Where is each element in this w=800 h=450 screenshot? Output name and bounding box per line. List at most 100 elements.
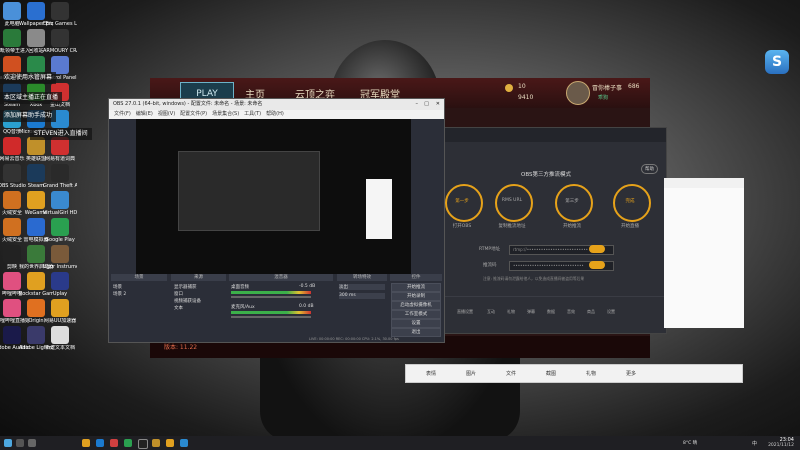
obs-menu-item[interactable]: 配置文件(P): [180, 111, 207, 117]
desktop-icon-label: Ugur Instruments: [43, 264, 77, 270]
bottom-tab-2[interactable]: 互动: [487, 309, 495, 315]
help-button[interactable]: 帮助: [641, 164, 658, 174]
lol-taskbar-icon[interactable]: [152, 439, 160, 447]
panel-controls-header: 控件: [390, 274, 442, 281]
wechat-icon[interactable]: [124, 439, 132, 447]
chat-file-button[interactable]: 文件: [506, 370, 516, 377]
scene-item-2[interactable]: 场景 2: [113, 291, 126, 297]
exit-button[interactable]: 退出: [391, 328, 441, 337]
source-item-2[interactable]: 窗口: [174, 291, 183, 297]
stream-tool-window[interactable]: OBS第三方推流模式 帮助 第一步 RMS URL 第三步 完成 打开OBS 复…: [442, 127, 667, 334]
desktop-icon-label: Grand Theft Auto V: [43, 183, 77, 189]
transition-select[interactable]: 淡出: [339, 284, 385, 290]
obs-preview[interactable]: [136, 119, 411, 274]
start-streaming-button[interactable]: 开始推流: [391, 283, 441, 292]
panel-transitions-header: 转场特效: [337, 274, 387, 281]
duration-field[interactable]: 300 ms: [339, 293, 385, 299]
chat-more-button[interactable]: 更多: [626, 370, 636, 377]
obs-menu-item[interactable]: 帮助(H): [266, 111, 284, 117]
weather[interactable]: 8°C 晴: [683, 440, 697, 446]
desktop-icon[interactable]: Epic Games Launcher: [43, 2, 77, 27]
chat-image-button[interactable]: 图片: [466, 370, 476, 377]
stream-tool-taskbar-icon[interactable]: [166, 439, 174, 447]
desktop-icon[interactable]: 网易UU加速器: [43, 299, 77, 324]
mixer-slider-2[interactable]: [231, 316, 311, 318]
obs-title: OBS 27.0.1 (64-bit, windows) - 配置文件: 未命名…: [113, 101, 263, 107]
chat-window-body[interactable]: [664, 188, 744, 328]
maximize-icon[interactable]: □: [424, 99, 429, 110]
minimize-icon[interactable]: –: [416, 99, 419, 110]
desktop-icon[interactable]: Google Play: [43, 218, 77, 243]
task-view-icon[interactable]: [28, 439, 36, 447]
obs-titlebar: OBS 27.0.1 (64-bit, windows) - 配置文件: 未命名…: [109, 99, 444, 110]
start-menu-icon[interactable]: [4, 439, 12, 447]
source-item-4[interactable]: 文本: [174, 305, 183, 311]
obs-dock-panels: 场景 来源 混音器 转场特效 控件 场景 场景 2 显示器捕获 窗口 视频捕获设…: [109, 274, 444, 342]
source-item-3[interactable]: 视频捕获设备: [174, 298, 201, 304]
chat-gift-button[interactable]: 礼物: [586, 370, 596, 377]
step-2-desc: 复制推流地址: [498, 224, 526, 229]
desktop-icon[interactable]: ARMOURY CRATE: [43, 29, 77, 54]
edge-icon[interactable]: [96, 439, 104, 447]
notification-4: STEVEN进入直播间: [30, 128, 92, 140]
bottom-tab-4[interactable]: 弹幕: [527, 309, 535, 315]
bottom-tab-8[interactable]: 设置: [607, 309, 615, 315]
settings-button[interactable]: 设置: [391, 319, 441, 328]
desktop-icon[interactable]: 网易有道词典: [43, 137, 77, 162]
search-icon[interactable]: [16, 439, 24, 447]
stream-tool-hint: 注意: 推流码请勿泄露给他人，以免造成直播间被盗用等后果: [483, 276, 585, 281]
logo-letter: S: [771, 54, 783, 70]
bottom-tab-7[interactable]: 商品: [587, 309, 595, 315]
chat-emoji-button[interactable]: 表情: [426, 370, 436, 377]
desktop-icon[interactable]: Grand Theft Auto V: [43, 164, 77, 189]
app-icon: [51, 272, 69, 290]
desktop-icon[interactable]: VirtualGirl HD: [43, 191, 77, 216]
app-icon: [51, 299, 69, 317]
obs-window[interactable]: OBS 27.0.1 (64-bit, windows) - 配置文件: 未命名…: [108, 98, 445, 343]
blue-essence-value: 10: [518, 83, 526, 90]
notification-1: 欢迎使用水管屏幕: [0, 72, 57, 84]
step-4-desc: 开始直播: [621, 224, 639, 229]
obs-menu-item[interactable]: 视图(V): [158, 111, 175, 117]
desktop-icon[interactable]: Ugur Instruments: [43, 245, 77, 270]
scene-item[interactable]: 场景: [113, 284, 122, 290]
obs-menu-item[interactable]: 工具(T): [244, 111, 261, 117]
rtmp-label: RTMP地址: [479, 247, 501, 252]
stream-tool-header: OBS第三方推流模式: [521, 172, 571, 178]
obs-taskbar-icon[interactable]: [138, 439, 148, 449]
virtual-camera-button[interactable]: 启动虚拟摄像机: [391, 301, 441, 310]
copy-rtmp-button[interactable]: [589, 245, 605, 253]
folder-icon[interactable]: [82, 439, 90, 447]
desktop-icon-label: Google Play: [45, 237, 75, 243]
bottom-tab-6[interactable]: 音效: [567, 309, 575, 315]
input-language[interactable]: 中: [752, 440, 757, 447]
obs-menu-item[interactable]: 文件(F): [114, 111, 131, 117]
bottom-tab-5[interactable]: 数据: [547, 309, 555, 315]
chat-toolbar: 表情 图片 文件 截图 礼物 更多: [405, 364, 743, 383]
bottom-tab-1[interactable]: 直播设置: [457, 309, 473, 315]
desktop-icon[interactable]: 新建文本文档: [43, 326, 77, 351]
desktop-icon-label: Epic Games Launcher: [43, 21, 77, 27]
app-icon: [51, 2, 69, 20]
desktop-icon[interactable]: Uplay: [43, 272, 77, 297]
bottom-tab-3[interactable]: 礼物: [507, 309, 515, 315]
avatar[interactable]: [566, 81, 590, 105]
app-icon: [51, 326, 69, 344]
user-level: 686: [628, 83, 640, 90]
panel-mixer-header: 混音器: [229, 274, 333, 281]
step-2-icon: [495, 184, 533, 222]
clock-date[interactable]: 2021/11/12: [768, 443, 794, 448]
obs-menu-item[interactable]: 编辑(E): [136, 111, 153, 117]
obs-menu-item[interactable]: 场景集合(S): [212, 111, 239, 117]
source-item-1[interactable]: 显示器捕获: [174, 284, 197, 290]
start-recording-button[interactable]: 开始录制: [391, 292, 441, 301]
app-icon-1[interactable]: [110, 439, 118, 447]
close-icon[interactable]: ✕: [436, 99, 440, 110]
chat-screenshot-button[interactable]: 截图: [546, 370, 556, 377]
mixer-slider-1[interactable]: [231, 296, 311, 298]
copy-key-button[interactable]: [589, 261, 605, 269]
mixer-level-2: 0.0 dB: [299, 304, 314, 309]
app-logo-icon[interactable]: S: [765, 50, 789, 74]
qq-taskbar-icon[interactable]: [180, 439, 188, 447]
studio-mode-button[interactable]: 工作室模式: [391, 310, 441, 319]
